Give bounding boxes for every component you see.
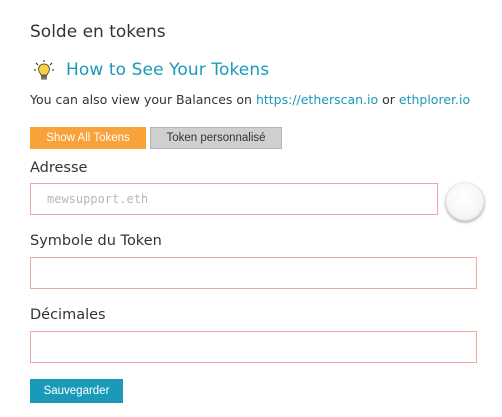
ethplorer-link[interactable]: ethplorer.io [399, 92, 470, 107]
address-identicon [446, 183, 484, 221]
token-symbol-label: Symbole du Token [30, 233, 162, 249]
how-to-see-tokens-link[interactable]: How to See Your Tokens [66, 60, 269, 80]
custom-token-button[interactable]: Token personnalisé [150, 127, 282, 149]
lightbulb-icon [34, 60, 54, 80]
address-label: Adresse [30, 160, 88, 176]
address-input[interactable] [30, 183, 438, 215]
etherscan-link[interactable]: https://etherscan.io [256, 92, 378, 107]
decimals-label: Décimales [30, 307, 106, 323]
decimals-input[interactable] [30, 331, 477, 363]
description-prefix: You can also view your Balances on [30, 92, 256, 107]
balances-description: You can also view your Balances on https… [30, 92, 470, 107]
token-symbol-input[interactable] [30, 257, 477, 289]
panel-title: Solde en tokens [30, 22, 166, 42]
save-button[interactable]: Sauvegarder [30, 379, 123, 403]
show-all-tokens-button[interactable]: Show All Tokens [30, 127, 146, 149]
description-middle: or [378, 92, 399, 107]
